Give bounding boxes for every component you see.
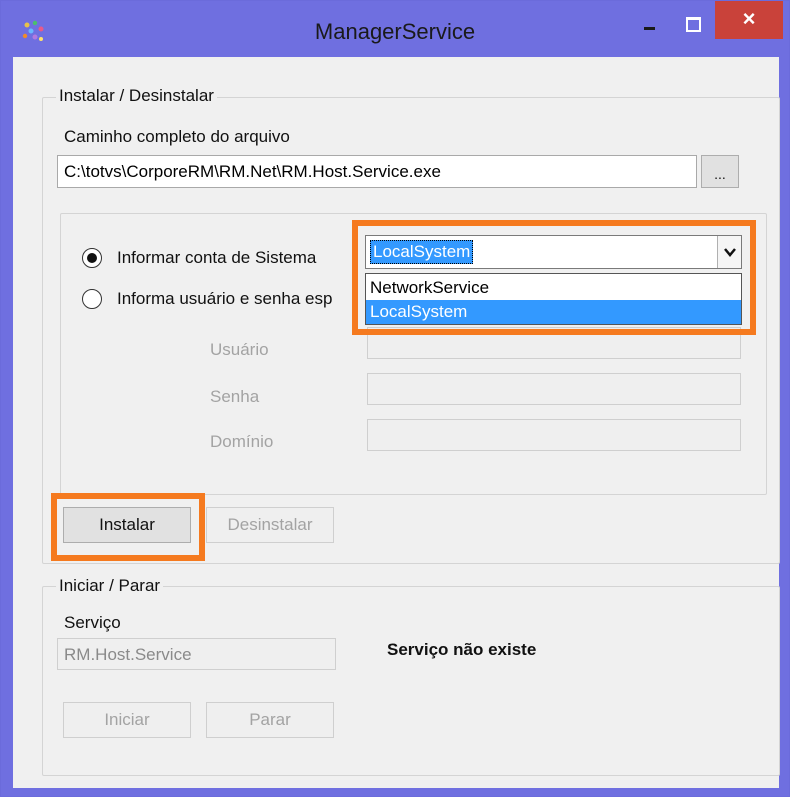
password-input[interactable] [367,373,741,405]
close-icon: × [742,6,756,31]
minimize-icon [644,27,655,30]
window-title: ManagerService [314,19,476,44]
install-group-legend: Instalar / Desinstalar [56,86,217,106]
user-label: Usuário [210,340,269,359]
combo-selected-value: LocalSystem [370,240,474,264]
domain-label: Domínio [210,432,274,451]
domain-input[interactable] [367,419,741,451]
path-input[interactable]: C:\totvs\CorporeRM\RM.Net\RM.Host.Servic… [57,155,697,188]
start-stop-groupbox [42,586,780,776]
service-label: Serviço [64,613,121,632]
maximize-button[interactable] [676,13,710,35]
service-input[interactable]: RM.Host.Service [57,638,336,670]
stop-button[interactable]: Parar [206,702,334,738]
path-label: Caminho completo do arquivo [64,127,290,146]
system-account-label[interactable]: Informar conta de Sistema [117,248,316,268]
client-area: Instalar / Desinstalar Caminho completo … [13,57,780,788]
chevron-down-icon[interactable] [717,236,741,268]
close-button[interactable]: × [715,1,783,39]
uninstall-button[interactable]: Desinstalar [206,507,334,543]
system-account-radio[interactable] [82,248,102,268]
dropdown-option-networkservice[interactable]: NetworkService [366,276,741,300]
start-stop-group-legend: Iniciar / Parar [56,576,164,596]
user-account-radio[interactable] [82,289,102,309]
account-type-dropdown: NetworkService LocalSystem [365,273,742,325]
title-bar[interactable]: ManagerService × [1,1,789,57]
radio-selected-dot [87,253,97,263]
user-account-label[interactable]: Informa usuário e senha esp [117,289,332,309]
account-type-combo[interactable]: LocalSystem [365,235,742,269]
install-button[interactable]: Instalar [63,507,191,543]
maximize-icon [686,17,701,32]
start-button[interactable]: Iniciar [63,702,191,738]
minimize-button[interactable] [633,13,667,35]
app-window: ManagerService × Instalar / Desinstalar … [0,0,790,797]
browse-button[interactable]: ... [701,155,739,188]
password-label: Senha [210,387,260,406]
service-status-text: Serviço não existe [387,640,537,659]
dropdown-option-localsystem[interactable]: LocalSystem [366,300,741,324]
